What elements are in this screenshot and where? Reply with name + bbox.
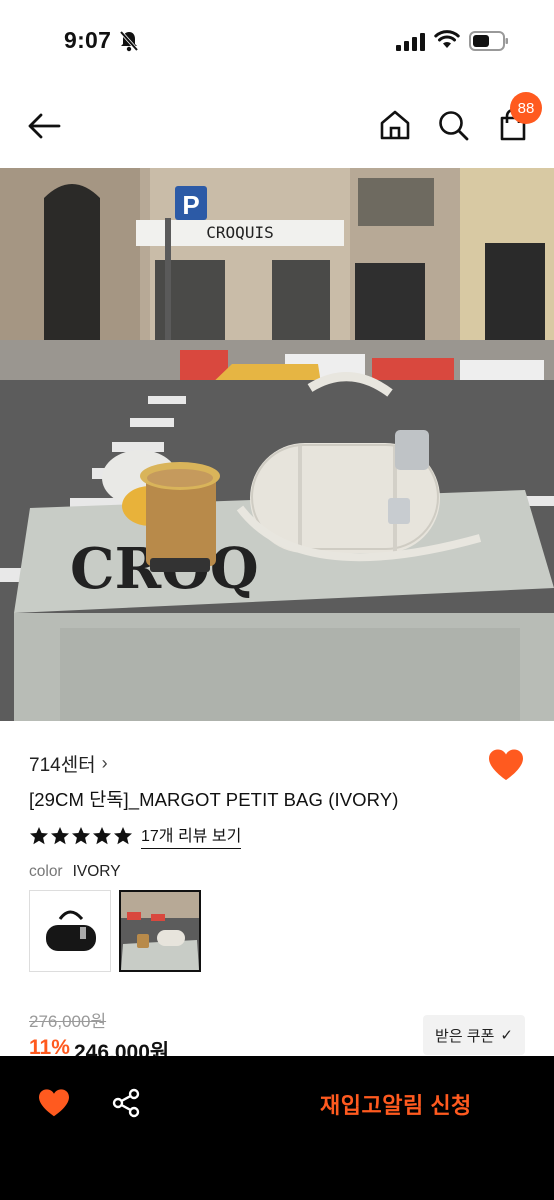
search-icon (439, 111, 469, 141)
back-button[interactable] (24, 108, 64, 144)
home-button[interactable] (376, 106, 414, 144)
wifi-icon (434, 30, 460, 48)
share-button[interactable] (110, 1087, 142, 1119)
star-icon (72, 826, 90, 844)
checkmark-icon: ✓ (500, 1027, 513, 1044)
color-value: IVORY (72, 863, 121, 880)
heart-icon (39, 1089, 69, 1117)
product-title: [29CM 단독]_MARGOT PETIT BAG (IVORY) (29, 789, 399, 810)
storefront-sign: CROQUIS (206, 223, 273, 242)
heart-icon (489, 749, 523, 780)
color-option-black[interactable] (29, 890, 111, 972)
product-photo-illustration: CROQUIS P CROQ (0, 168, 554, 721)
home-icon (380, 110, 410, 140)
coupon-button[interactable]: 받은 쿠폰 ✓ (423, 1015, 525, 1055)
like-button[interactable] (487, 748, 525, 782)
color-option-ivory[interactable] (119, 890, 201, 972)
share-icon (112, 1088, 140, 1118)
coupon-label: 받은 쿠폰 (435, 1027, 495, 1045)
wishlist-button[interactable] (37, 1088, 71, 1118)
back-arrow-icon (28, 113, 61, 139)
star-icon (114, 826, 132, 844)
chevron-right-icon: › (101, 753, 108, 773)
color-label: color (29, 863, 63, 880)
rating-row: 17개 리뷰 보기 (29, 822, 242, 849)
search-button[interactable] (434, 106, 472, 144)
black-bag-thumbnail (46, 910, 96, 951)
battery-icon (469, 31, 508, 51)
status-time: 9:07 (64, 27, 112, 53)
top-nav (0, 80, 554, 168)
bottom-action-bar: 재입고알림 신청 (0, 1056, 554, 1200)
star-icon (30, 826, 48, 844)
cellular-signal-icon (396, 33, 425, 51)
brand-link[interactable]: 714센터 › (29, 750, 108, 777)
product-image[interactable]: CROQUIS P CROQ (0, 168, 554, 721)
star-icon (51, 826, 69, 844)
review-link[interactable]: 17개 리뷰 보기 (141, 822, 242, 849)
brand-name: 714센터 (29, 755, 96, 776)
rating-stars (29, 826, 133, 846)
cart-count-badge: 88 (510, 92, 542, 124)
restock-notify-button[interactable]: 재입고알림 신청 (320, 1088, 472, 1120)
original-price: 276,000원 (29, 1012, 107, 1031)
ivory-bag-thumbnail (121, 892, 199, 970)
bell-off-icon (119, 30, 139, 52)
svg-text:P: P (182, 190, 199, 220)
color-row: color IVORY (29, 863, 121, 881)
status-bar: 9:07 (0, 0, 554, 80)
star-icon (93, 826, 111, 844)
